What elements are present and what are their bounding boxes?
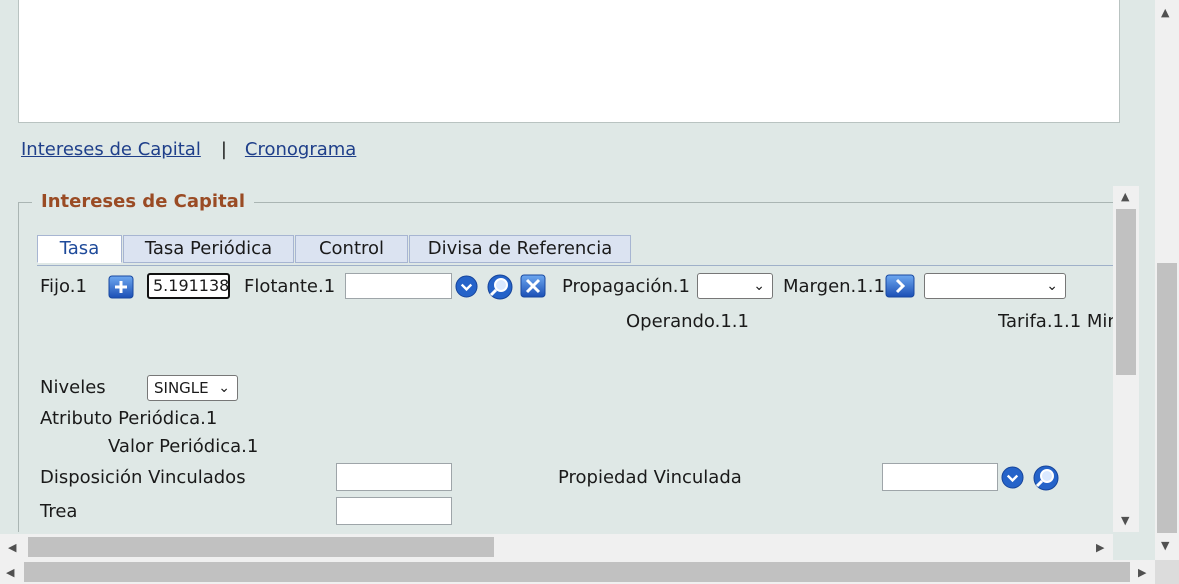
- trea-label: Trea: [40, 501, 78, 522]
- chevron-down-icon: ⌄: [218, 380, 230, 396]
- fijo-label: Fijo.1: [40, 276, 87, 297]
- outer-horizontal-scrollbar[interactable]: ◀ ▶: [0, 560, 1155, 584]
- niveles-label: Niveles: [40, 377, 106, 398]
- disposicion-label: Disposición Vinculados: [40, 467, 246, 488]
- valor-label: Valor Periódica.1: [108, 436, 259, 457]
- tab-control[interactable]: Control: [295, 235, 408, 263]
- link-separator: |: [220, 139, 227, 160]
- forward-arrow-icon[interactable]: [885, 274, 915, 298]
- tab-bar: Tasa Tasa Periódica Control Divisa de Re…: [37, 235, 632, 263]
- propagacion-label: Propagación.1: [562, 276, 690, 297]
- fijo-input[interactable]: 5.191138: [147, 273, 230, 299]
- margen-label: Margen.1.1: [783, 276, 885, 297]
- fieldset-legend: Intereses de Capital: [32, 191, 255, 212]
- scroll-right-icon[interactable]: ▶: [1096, 542, 1104, 553]
- fieldset-border-left: [18, 202, 19, 532]
- propiedad-label: Propiedad Vinculada: [558, 467, 742, 488]
- search-icon[interactable]: [485, 273, 515, 301]
- inner-vertical-scrollbar[interactable]: ▲ ▼: [1113, 186, 1139, 532]
- outer-hscroll-thumb[interactable]: [24, 562, 1130, 582]
- chevron-down-icon: ⌄: [753, 278, 765, 294]
- propiedad-input[interactable]: [882, 463, 998, 491]
- inner-vscroll-thumb[interactable]: [1116, 209, 1136, 375]
- tab-tasa[interactable]: Tasa: [37, 235, 122, 263]
- outer-vertical-scrollbar[interactable]: ▲ ▼: [1155, 0, 1179, 560]
- tab-divisa-referencia[interactable]: Divisa de Referencia: [409, 235, 631, 263]
- search-icon[interactable]: [1031, 464, 1061, 492]
- section-links: Intereses de Capital | Cronograma: [21, 139, 356, 160]
- intereses-link[interactable]: Intereses de Capital: [21, 139, 201, 160]
- scroll-right-icon[interactable]: ▶: [1138, 567, 1146, 578]
- tarifa-label: Tarifa.1.1 Min: [998, 311, 1113, 332]
- flotante-input[interactable]: [345, 273, 452, 299]
- tab-underline: [37, 265, 1113, 266]
- cronograma-link[interactable]: Cronograma: [245, 139, 356, 160]
- tab-tasa-periodica[interactable]: Tasa Periódica: [123, 235, 294, 263]
- niveles-value: SINGLE: [154, 379, 209, 397]
- dropdown-icon[interactable]: [1001, 466, 1024, 489]
- scroll-down-icon[interactable]: ▼: [1121, 515, 1129, 526]
- inner-scroll-corner: [1113, 534, 1139, 560]
- outer-scroll-corner: [1155, 560, 1179, 584]
- top-text-panel: [18, 0, 1120, 123]
- trea-input[interactable]: [336, 497, 452, 525]
- scroll-up-icon[interactable]: ▲: [1161, 7, 1169, 18]
- scroll-left-icon[interactable]: ◀: [6, 567, 14, 578]
- inner-hscroll-thumb[interactable]: [28, 537, 494, 557]
- scroll-up-icon[interactable]: ▲: [1121, 191, 1129, 202]
- clear-icon[interactable]: [520, 274, 546, 298]
- dropdown-icon[interactable]: [455, 275, 478, 298]
- plus-icon[interactable]: [108, 275, 134, 299]
- outer-vscroll-thumb[interactable]: [1157, 263, 1177, 533]
- operando-label: Operando.1.1: [626, 311, 749, 332]
- niveles-select[interactable]: SINGLE ⌄: [147, 375, 238, 401]
- atributo-label: Atributo Periódica.1: [40, 408, 218, 429]
- disposicion-input[interactable]: [336, 463, 452, 491]
- margen-select[interactable]: ⌄: [924, 273, 1066, 299]
- scroll-left-icon[interactable]: ◀: [8, 542, 16, 553]
- inner-horizontal-scrollbar[interactable]: ◀ ▶: [0, 534, 1113, 560]
- flotante-label: Flotante.1: [244, 276, 336, 297]
- propagacion-select[interactable]: ⌄: [697, 273, 773, 299]
- scroll-down-icon[interactable]: ▼: [1161, 540, 1169, 551]
- chevron-down-icon: ⌄: [1046, 278, 1058, 294]
